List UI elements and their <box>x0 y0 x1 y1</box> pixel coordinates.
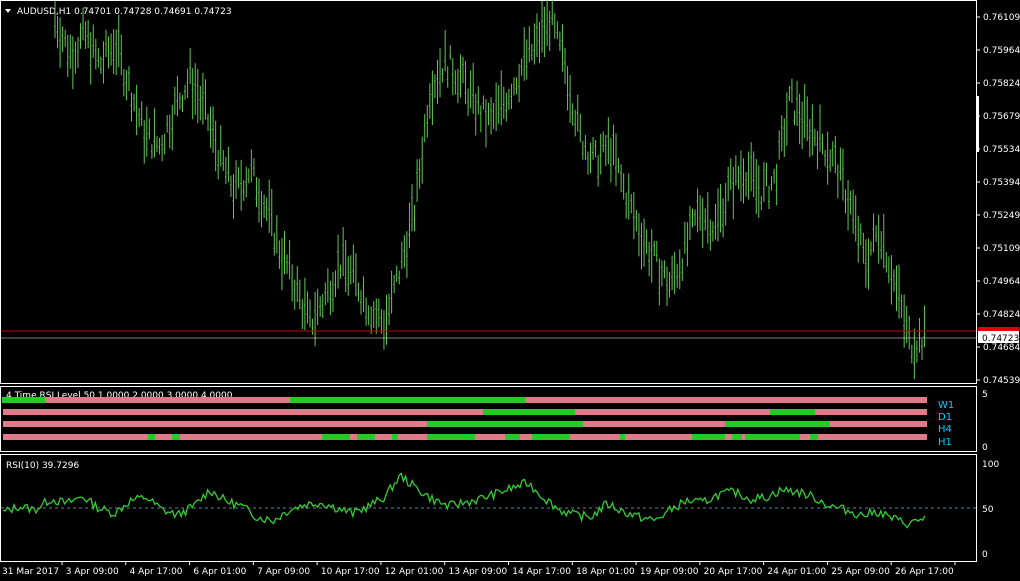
trading-chart[interactable]: AUDUSD,H1 0.74701 0.74728 0.74691 0.7472… <box>0 0 1020 581</box>
time-tick-label: 6 Apr 01:00 <box>193 567 246 577</box>
mtf-scale-top: 5 <box>982 390 988 400</box>
mtf-row-segment-above-50 <box>732 434 742 440</box>
price-tick-label: 0.74964 <box>983 277 1020 287</box>
scroll-marker[interactable] <box>976 96 979 152</box>
mtf-row-segment-above-50 <box>620 434 625 440</box>
symbol-dropdown-icon[interactable] <box>5 9 11 13</box>
rsi-title: RSI(10) 39.7296 <box>6 461 79 471</box>
time-tick-label: 20 Apr 17:00 <box>704 567 763 577</box>
mtf-row-segment-above-50 <box>427 421 583 427</box>
price-tick-label: 0.75824 <box>983 79 1020 89</box>
time-tick-label: 14 Apr 17:00 <box>512 567 571 577</box>
mtf-row-segment-above-50 <box>290 397 525 403</box>
mtf-row-segment-above-50 <box>148 434 155 440</box>
mtf-row-segment-above-50 <box>692 434 725 440</box>
mtf-row-segment-above-50 <box>357 434 375 440</box>
time-tick-label: 10 Apr 17:00 <box>321 567 380 577</box>
price-tick-label: 0.75964 <box>983 46 1020 56</box>
rsi-level-50-label: 50 <box>982 505 994 515</box>
rsi-line <box>2 472 926 529</box>
mtf-row-segment-above-50 <box>770 409 815 415</box>
price-tick-label: 0.75534 <box>983 145 1020 155</box>
time-tick-label: 12 Apr 01:00 <box>385 567 444 577</box>
mtf-rsi-bars <box>2 397 927 440</box>
price-tick-label: 0.75249 <box>983 211 1020 221</box>
rsi-level-100-label: 100 <box>982 460 999 470</box>
mtf-row-segment-above-50 <box>505 434 520 440</box>
mtf-row-segment-above-50 <box>810 434 818 440</box>
current-price-label-flag <box>978 327 1019 331</box>
price-tick-label: 0.74824 <box>983 310 1020 320</box>
rsi-panel[interactable]: RSI(10) 39.7296 100 50 0 <box>1 460 999 560</box>
price-tick-label: 0.75109 <box>983 244 1020 254</box>
time-tick-label: 7 Apr 09:00 <box>257 567 310 577</box>
price-bars <box>54 0 926 380</box>
mtf-scale-bottom: 0 <box>982 443 988 453</box>
mtf-row-segment-above-50 <box>427 434 475 440</box>
time-tick-label: 24 Apr 01:00 <box>767 567 826 577</box>
mtf-row-segment-above-50 <box>725 421 830 427</box>
time-tick-label: 19 Apr 09:00 <box>640 567 699 577</box>
time-tick-label: 26 Apr 17:00 <box>895 567 954 577</box>
row-label-w1: W1 <box>938 400 954 411</box>
current-price-label: 0.74723 <box>982 334 1019 344</box>
time-tick-label: 31 Mar 2017 <box>2 567 59 577</box>
time-tick-label: 25 Apr 09:00 <box>831 567 890 577</box>
rsi-level-0-label: 0 <box>982 550 988 560</box>
price-tick-label: 0.75679 <box>983 112 1020 122</box>
row-label-h1: H1 <box>938 437 952 448</box>
time-axis: 31 Mar 2017 3 Apr 09:00 4 Apr 17:00 6 Apr 0… <box>2 561 956 577</box>
time-tick-label: 18 Apr 01:00 <box>576 567 635 577</box>
panel-frames <box>0 0 977 562</box>
price-tick-label: 0.75394 <box>983 178 1020 188</box>
mtf-row-segment-above-50 <box>745 434 800 440</box>
time-tick-label: 4 Apr 17:00 <box>130 567 183 577</box>
time-tick-label: 13 Apr 09:00 <box>449 567 508 577</box>
symbol-header: AUDUSD,H1 0.74701 0.74728 0.74691 0.7472… <box>17 7 232 17</box>
row-label-d1: D1 <box>938 412 952 423</box>
price-tick-label: 0.74684 <box>983 343 1020 353</box>
mtf-row-segment-above-50 <box>322 434 350 440</box>
mtf-row-segment-above-50 <box>2 397 45 403</box>
mtf-row-segment-above-50 <box>532 434 570 440</box>
mtf-row-segment-above-50 <box>392 434 398 440</box>
time-tick-label: 3 Apr 09:00 <box>66 567 119 577</box>
price-tick-label: 0.76109 <box>983 13 1020 23</box>
row-label-h4: H4 <box>938 424 952 435</box>
mtf-row-segment-above-50 <box>172 434 180 440</box>
price-tick-label: 0.74539 <box>983 376 1020 386</box>
mtf-rsi-panel[interactable]: 4 Time RSI Level 50 1.0000 2.0000 3.0000… <box>2 390 988 453</box>
main-chart-panel[interactable]: AUDUSD,H1 0.74701 0.74728 0.74691 0.7472… <box>1 0 976 380</box>
mtf-row-segment-above-50 <box>483 409 575 415</box>
